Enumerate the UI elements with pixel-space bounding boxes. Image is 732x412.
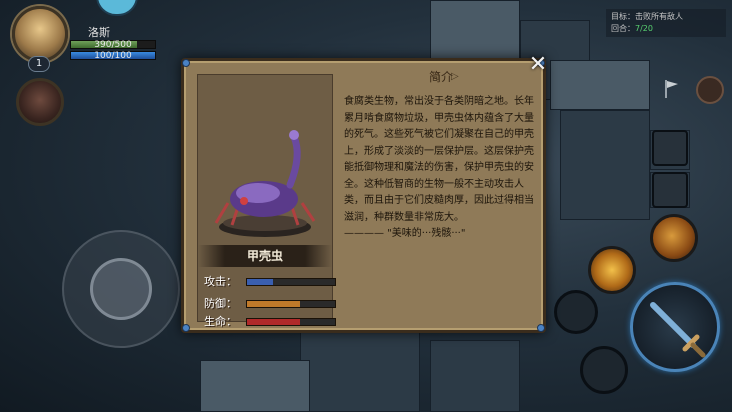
intro-title: 简介 xyxy=(428,70,453,84)
stat-bar xyxy=(246,318,336,326)
joystick-knob[interactable] xyxy=(90,258,152,320)
objective-round-value: 7/20 xyxy=(635,24,653,33)
stat-label: 防御： xyxy=(204,297,237,310)
player-level-badge: 1 xyxy=(28,56,50,72)
monster-name: 甲壳虫 xyxy=(198,245,332,267)
objective-panel: 目标：击败所有敌人 回合：7/20 xyxy=(606,9,726,37)
flag-icon[interactable] xyxy=(662,78,680,100)
close-icon[interactable]: ✕ xyxy=(527,54,549,76)
terrain-block xyxy=(550,60,650,110)
stat-label: 攻击： xyxy=(204,275,237,288)
pet-avatar[interactable] xyxy=(16,78,64,126)
attack-button[interactable] xyxy=(630,282,720,372)
corner-gem xyxy=(182,59,190,67)
item-slot[interactable] xyxy=(652,130,688,166)
mp-text: 100/100 xyxy=(94,51,132,61)
hp-bar: 390/500 xyxy=(70,40,156,50)
description-area: ◁ 简介 ▷ 食腐类生物，常出没于各类阴暗之地。长年累月啃食腐物垃圾，甲壳虫体内… xyxy=(339,64,543,328)
monster-description: 食腐类生物，常出没于各类阴暗之地。长年累月啃食腐物垃圾，甲壳虫体内蕴含了大量的死… xyxy=(344,96,534,239)
sword-icon xyxy=(650,302,706,358)
terrain-block xyxy=(430,0,520,60)
player-name: 洛斯 xyxy=(88,26,110,39)
terrain-block xyxy=(430,340,520,412)
mp-bar: 100/100 xyxy=(70,51,156,61)
stat-bar-fill xyxy=(247,301,300,307)
swirl-skill-button[interactable] xyxy=(588,246,636,294)
terrain-block xyxy=(560,110,650,220)
hp-text: 390/500 xyxy=(94,40,132,50)
title-right-ornament: ▷ xyxy=(451,71,459,82)
corner-gem xyxy=(182,324,190,332)
menu-icon[interactable] xyxy=(696,76,724,104)
monster-stage xyxy=(198,75,332,245)
objective-target-label: 目标： xyxy=(611,12,635,21)
stat-bar xyxy=(246,300,336,308)
item-slot[interactable] xyxy=(652,172,688,208)
terrain-block xyxy=(300,330,420,412)
stat-bar-fill xyxy=(247,279,274,285)
empty-skill-slot[interactable] xyxy=(580,346,628,394)
objective-round-label: 回合： xyxy=(611,24,635,33)
stat-label: 生命： xyxy=(204,315,237,328)
dash-skill-button[interactable] xyxy=(650,214,698,262)
stat-bar xyxy=(246,278,336,286)
monster-portrait-area: 甲壳虫 攻击： 防御： 生命： xyxy=(197,74,336,328)
terrain-block xyxy=(200,360,310,412)
stat-bar-fill xyxy=(247,319,300,325)
monster-info-panel: 甲壳虫 攻击： 防御： 生命： ◁ 简介 ▷ 食腐类生物，常出没于各类阴暗之地。… xyxy=(181,58,546,333)
empty-skill-slot[interactable] xyxy=(554,290,598,334)
beetle-illustration xyxy=(214,130,316,237)
objective-target-value: 击败所有敌人 xyxy=(635,12,683,21)
player-avatar[interactable] xyxy=(12,6,68,62)
